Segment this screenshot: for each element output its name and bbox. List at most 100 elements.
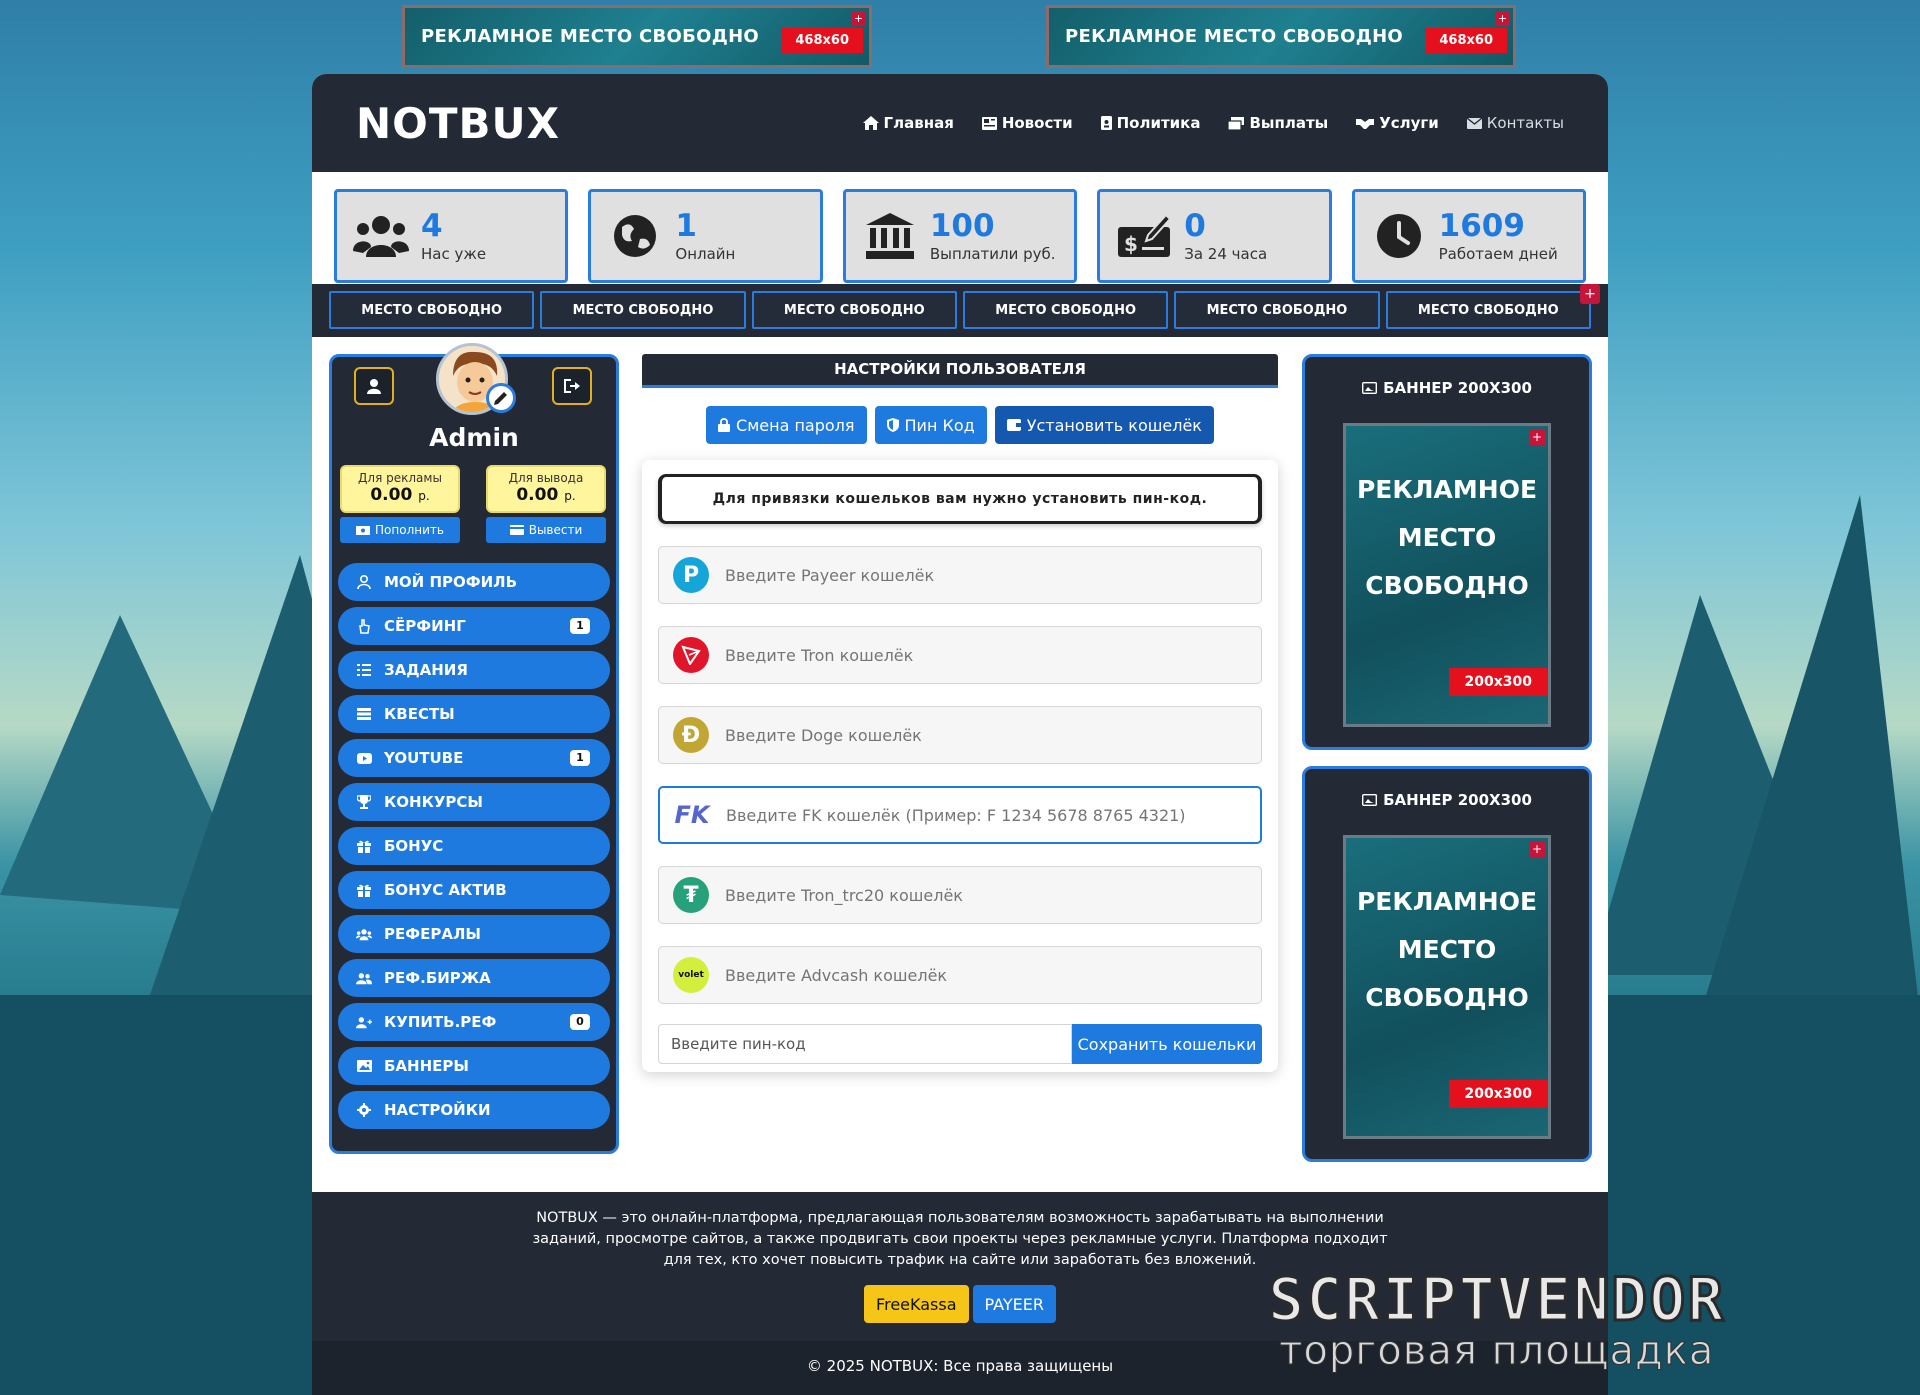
tab-pin-code[interactable]: Пин Код (874, 406, 987, 444)
ad-slot[interactable]: МЕСТО СВОБОДНО (751, 291, 957, 329)
ad-slot[interactable]: МЕСТО СВОБОДНО (962, 291, 1169, 329)
stat-label: Онлайн (675, 245, 736, 263)
users-icon (353, 211, 409, 261)
top-ad-banner-right[interactable]: РЕКЛАМНОЕ МЕСТО СВОБОДНО 468x60 + (1046, 5, 1516, 68)
tab-set-wallet[interactable]: Установить кошелёк (994, 406, 1214, 444)
sidebar-item-quests[interactable]: КВЕСТЫ (338, 695, 610, 733)
youtube-icon (356, 750, 372, 766)
fk-wallet-field[interactable]: FK (658, 786, 1262, 844)
tron-trc20-wallet-field[interactable]: ₮ (658, 866, 1262, 924)
footer-description: NOTBUX — это онлайн-платформа, предлагаю… (532, 1210, 1388, 1268)
stat-24h: $ 0 За 24 часа (1097, 189, 1332, 283)
plus-icon[interactable]: + (851, 11, 866, 26)
fk-wallet-input[interactable] (726, 805, 1206, 825)
edit-avatar-button[interactable] (486, 383, 516, 413)
watermark: SCRIPTVENDOR торговая площадка (1266, 1265, 1726, 1375)
banner-200x300[interactable]: РЕКЛАМНОЕ МЕСТО СВОБОДНО 200x300 + (1343, 423, 1551, 727)
nav-policy[interactable]: Политика (1100, 114, 1200, 132)
tron-trc20-wallet-input[interactable] (725, 885, 1205, 905)
nav-home[interactable]: Главная (862, 114, 954, 132)
sidebar-item-youtube[interactable]: YOUTUBE 1 (338, 739, 610, 777)
image-icon (1362, 382, 1378, 394)
payeer-wallet-field[interactable]: P (658, 546, 1262, 604)
sidebar-item-profile[interactable]: МОЙ ПРОФИЛЬ (338, 563, 610, 601)
save-wallets-button[interactable]: Сохранить кошельки (1072, 1024, 1262, 1064)
lock-icon (718, 418, 731, 432)
count-badge: 1 (570, 750, 590, 766)
nav-label: Главная (883, 114, 954, 132)
home-icon (862, 116, 879, 130)
sidebar-item-label: СЁРФИНГ (384, 617, 466, 635)
stat-label: Нас уже (421, 245, 487, 263)
sidebar-item-settings[interactable]: НАСТРОЙКИ (338, 1091, 610, 1129)
top-ad-banner-left[interactable]: РЕКЛАМНОЕ МЕСТО СВОБОДНО 468x60 + (402, 5, 872, 68)
hand-pointer-icon (356, 618, 372, 634)
plus-icon[interactable]: + (1495, 11, 1510, 26)
sidebar-item-banners[interactable]: БАННЕРЫ (338, 1047, 610, 1085)
watermark-title: SCRIPTVENDOR (1266, 1265, 1726, 1335)
top-ad-size: 468x60 (1425, 28, 1507, 53)
nav-payouts[interactable]: Выплаты (1228, 114, 1328, 132)
freekassa-button[interactable]: FreeKassa (864, 1285, 969, 1323)
top-ad-text: РЕКЛАМНОЕ МЕСТО СВОБОДНО (421, 26, 760, 47)
sidebar-item-bonus-active[interactable]: БОНУС АКТИВ (338, 871, 610, 909)
user-tie-icon (367, 379, 381, 394)
site-logo[interactable]: NOTBUX (356, 99, 560, 148)
sidebar-item-bonus[interactable]: БОНУС (338, 827, 610, 865)
doge-wallet-field[interactable]: Ð (658, 706, 1262, 764)
sidebar-item-buy-ref[interactable]: КУПИТЬ.РЕФ 0 (338, 1003, 610, 1041)
logout-button[interactable] (552, 367, 592, 405)
wallet-card: Для привязки кошельков вам нужно установ… (642, 460, 1278, 1072)
nav-news[interactable]: Новости (981, 114, 1073, 132)
advcash-wallet-input[interactable] (725, 965, 1205, 985)
currency: р. (418, 489, 430, 503)
nav-label: Контакты (1486, 114, 1564, 132)
balance-ads: Для рекламы 0.00 р. (340, 465, 460, 513)
ad-slot[interactable]: МЕСТО СВОБОДНО (1385, 291, 1591, 329)
pin-input[interactable]: Введите пин-код (658, 1024, 1072, 1064)
tron-wallet-field[interactable] (658, 626, 1262, 684)
newspaper-icon (981, 116, 997, 130)
right-banner-box-2: БАННЕР 200Х300 РЕКЛАМНОЕ МЕСТО СВОБОДНО … (1302, 766, 1592, 1162)
banner-text-line: СВОБОДНО (1365, 571, 1529, 600)
balance-label: Для рекламы (358, 471, 442, 485)
profile-button[interactable] (354, 367, 394, 405)
plus-icon[interactable]: + (1529, 429, 1545, 445)
sidebar-item-ref-exchange[interactable]: РЕФ.БИРЖА (338, 959, 610, 997)
sidebar-item-label: YOUTUBE (384, 749, 464, 767)
ad-slot[interactable]: МЕСТО СВОБОДНО (1174, 291, 1380, 329)
site-header: NOTBUX Главная Новости Политика Выплаты … (312, 74, 1608, 172)
watermark-subtitle: торговая площадка (1279, 1328, 1715, 1375)
tab-label: Пин Код (904, 415, 975, 435)
tron-wallet-input[interactable] (725, 645, 1205, 665)
plus-icon[interactable]: + (1529, 841, 1545, 857)
balance-withdraw: Для вывода 0.00 р. (486, 465, 606, 513)
topup-button[interactable]: Пополнить (340, 517, 460, 543)
pin-row: Введите пин-код Сохранить кошельки (658, 1024, 1262, 1064)
money-icon (1228, 116, 1245, 130)
advcash-wallet-field[interactable]: volet (658, 946, 1262, 1004)
sidebar-item-label: РЕФ.БИРЖА (384, 969, 491, 987)
topup-label: Пополнить (375, 523, 444, 537)
banner-200x300[interactable]: РЕКЛАМНОЕ МЕСТО СВОБОДНО 200x300 + (1343, 835, 1551, 1139)
gear-icon (356, 1102, 372, 1118)
banner-text-line: МЕСТО (1397, 935, 1497, 964)
stat-value: 0 (1184, 208, 1206, 244)
payeer-wallet-input[interactable] (725, 565, 1205, 585)
sidebar-item-tasks[interactable]: ЗАДАНИЯ (338, 651, 610, 689)
sidebar-item-surfing[interactable]: СЁРФИНГ 1 (338, 607, 610, 645)
nav-contacts[interactable]: Контакты (1466, 114, 1564, 132)
plus-icon[interactable]: + (1580, 284, 1600, 304)
withdraw-button[interactable]: Вывести (486, 517, 606, 543)
stat-value: 1 (675, 208, 697, 244)
ad-slot[interactable]: МЕСТО СВОБОДНО (329, 291, 535, 329)
tab-change-password[interactable]: Смена пароля (706, 406, 867, 444)
payeer-button[interactable]: PAYEER (972, 1285, 1056, 1323)
sidebar-item-referrals[interactable]: РЕФЕРАЛЫ (338, 915, 610, 953)
doge-wallet-input[interactable] (725, 725, 1205, 745)
balance-value: 0.00 (370, 485, 413, 505)
ad-slot[interactable]: МЕСТО СВОБОДНО (540, 291, 746, 329)
nav-label: Выплаты (1249, 114, 1329, 132)
nav-services[interactable]: Услуги (1356, 114, 1439, 132)
sidebar-item-contests[interactable]: КОНКУРСЫ (338, 783, 610, 821)
